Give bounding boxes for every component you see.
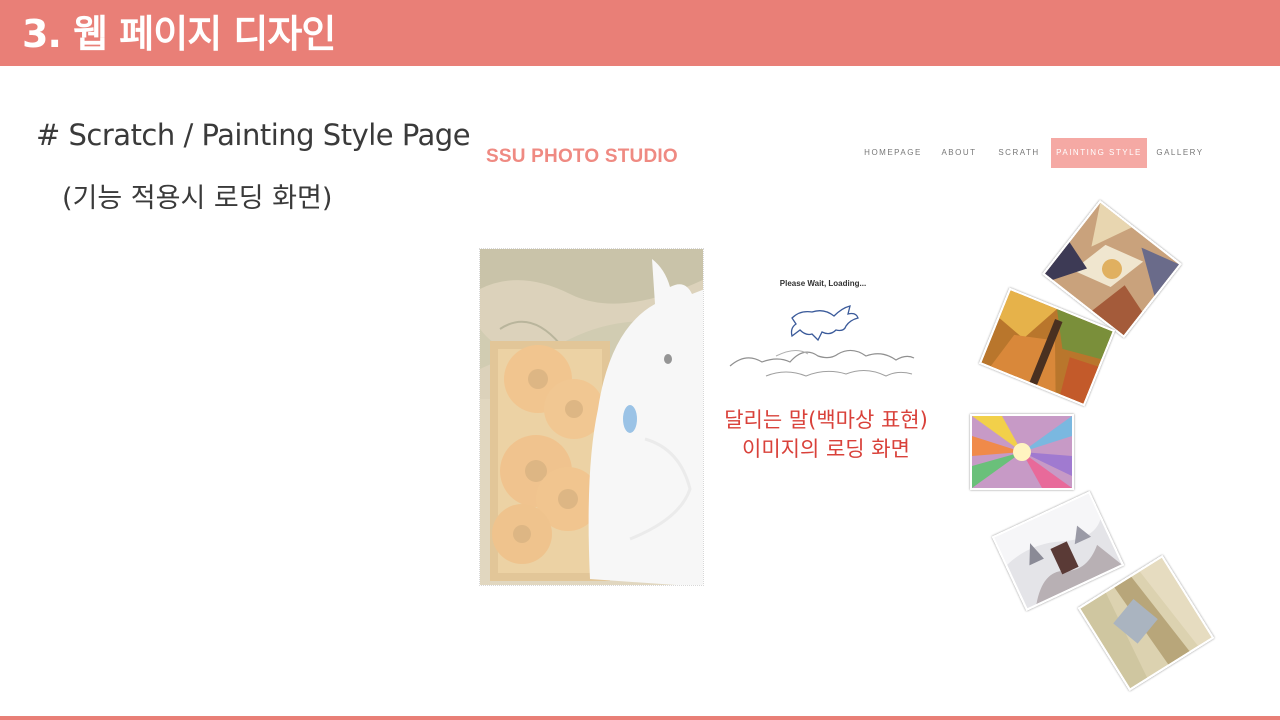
nav-homepage[interactable]: HOMEPAGE [856, 138, 930, 168]
gallery-painting-3[interactable] [970, 414, 1074, 490]
running-horse-icon [729, 305, 915, 377]
caption-line-2: 이미지의 로딩 화면 [742, 437, 910, 461]
loading-caption: 달리는 말(백마상 표현) 이미지의 로딩 화면 [716, 406, 936, 464]
donut-plush-photo [479, 248, 704, 586]
caption-line-1: 달리는 말(백마상 표현) [724, 408, 928, 432]
nav-gallery[interactable]: GALLERY [1156, 138, 1204, 168]
section-subheading: (기능 적용시 로딩 화면) [62, 183, 333, 214]
slide-title: 3. 웹 페이지 디자인 [22, 12, 336, 56]
nav-scratch[interactable]: SCRATH [994, 138, 1044, 168]
nav-painting-style[interactable]: PAINTING STYLE [1051, 138, 1147, 168]
nav-about[interactable]: ABOUT [936, 138, 982, 168]
section-heading: # Scratch / Painting Style Page [36, 118, 471, 152]
slide-header-bar: 3. 웹 페이지 디자인 [0, 0, 1280, 66]
loading-text: Please Wait, Loading... [779, 279, 867, 288]
slide-bottom-rule [0, 716, 1280, 720]
site-logo[interactable]: SSU PHOTO STUDIO [486, 146, 678, 168]
